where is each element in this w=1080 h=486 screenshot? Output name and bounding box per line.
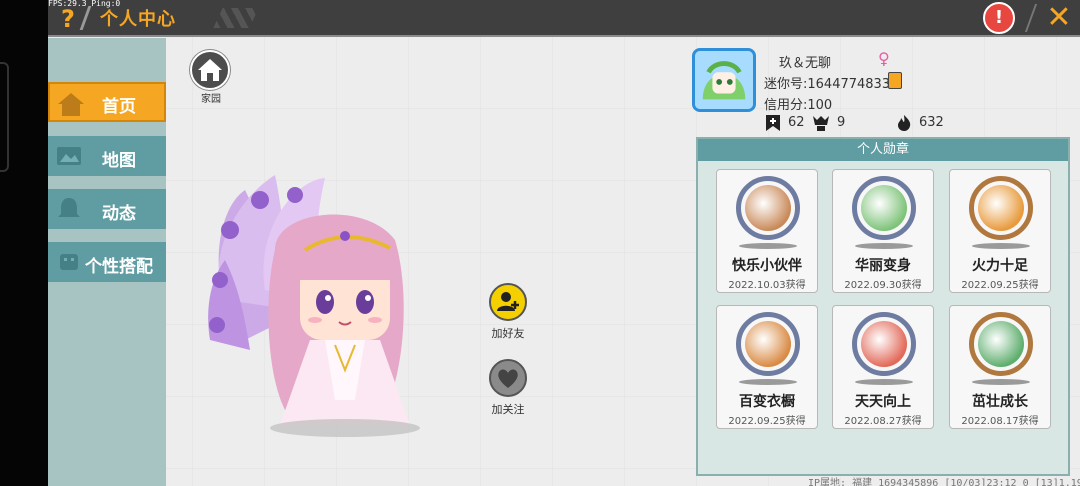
badge-medal-icon	[969, 312, 1033, 376]
flame-icon	[898, 115, 911, 131]
badge-date: 2022.09.25获得	[728, 416, 806, 427]
badge-card[interactable]: 火力十足 2022.09.25获得	[949, 169, 1051, 293]
bookmark-plus-icon	[766, 115, 780, 131]
sidebar-item-map[interactable]: 地图	[48, 136, 166, 176]
player-id: 迷你号:1644774833	[764, 77, 891, 92]
badge-date: 2022.09.25获得	[961, 280, 1039, 291]
badge-emblem	[978, 321, 1024, 367]
sidebar-item-label: 首页	[102, 97, 136, 117]
profile-avatar[interactable]	[692, 48, 756, 112]
player-avatar-character	[208, 175, 420, 437]
badge-date: 2022.08.17获得	[961, 416, 1039, 427]
badge-medal-icon	[852, 312, 916, 376]
badge-name: 华丽变身	[855, 258, 911, 274]
badge-card[interactable]: 百变衣橱 2022.09.25获得	[716, 305, 818, 429]
badge-date: 2022.08.27获得	[844, 416, 922, 427]
sidebar: 首页 地图 动态 个性搭配	[48, 38, 166, 486]
badge-pedestal	[739, 243, 797, 249]
stat-value: 62	[788, 115, 805, 130]
badge-pedestal	[739, 379, 797, 385]
credit-score: 信用分:100	[764, 98, 833, 113]
badge-emblem	[745, 321, 791, 367]
badge-name: 天天向上	[855, 394, 911, 410]
top-bar	[48, 0, 1080, 37]
badge-emblem	[861, 185, 907, 231]
badge-pedestal	[855, 379, 913, 385]
badge-name: 百变衣橱	[739, 394, 795, 410]
badge-medal-icon	[852, 176, 916, 240]
sidebar-item-home[interactable]: 首页	[48, 82, 166, 122]
badge-card[interactable]: 快乐小伙伴 2022.10.03获得	[716, 169, 818, 293]
badge-card[interactable]: 华丽变身 2022.09.30获得	[832, 169, 934, 293]
follow-label: 加关注	[491, 403, 525, 416]
badge-name: 茁壮成长	[972, 394, 1028, 410]
badge-medal-icon	[969, 176, 1033, 240]
close-button[interactable]: ✕	[1042, 2, 1076, 34]
device-notch	[0, 62, 9, 172]
home-button[interactable]	[190, 50, 230, 90]
app-root: FPS:29.3 Ping:0 ? 个人中心 ! ✕ 首页 地图 动态 个性搭配…	[0, 0, 1080, 486]
stat-value: 632	[919, 115, 944, 130]
add-friend-label: 加好友	[491, 327, 525, 340]
badge-name: 火力十足	[972, 258, 1028, 274]
badge-emblem	[978, 185, 1024, 231]
trophy-person-icon	[813, 116, 829, 131]
badge-date: 2022.10.03获得	[728, 280, 806, 291]
badge-card[interactable]: 天天向上 2022.08.27获得	[832, 305, 934, 429]
footer-status: IP属地: 福建 1694345896 [10/03]23:12 0 [13]1…	[808, 478, 1080, 486]
badge-pedestal	[972, 379, 1030, 385]
copy-id-icon[interactable]	[888, 72, 902, 89]
player-name: 玖＆无聊	[779, 56, 832, 71]
avatar-image	[695, 51, 753, 109]
sidebar-item-label: 动态	[102, 204, 136, 224]
badge-pedestal	[855, 243, 913, 249]
badge-medal-icon	[736, 312, 800, 376]
badge-panel-title: 个人勋章	[698, 139, 1068, 161]
sidebar-item-label: 地图	[102, 151, 136, 171]
badge-card[interactable]: 茁壮成长 2022.08.17获得	[949, 305, 1051, 429]
follow-button[interactable]	[489, 359, 527, 397]
page-title: 个人中心	[100, 9, 176, 30]
gender-female-icon: ♀	[878, 49, 890, 68]
badge-date: 2022.09.30获得	[844, 280, 922, 291]
house-icon	[198, 59, 222, 81]
badge-medal-icon	[736, 176, 800, 240]
home-label: 家园	[201, 94, 221, 105]
sidebar-item-outfit[interactable]: 个性搭配	[48, 242, 166, 282]
sidebar-item-label: 个性搭配	[85, 257, 153, 277]
sidebar-item-activity[interactable]: 动态	[48, 189, 166, 229]
badge-name: 快乐小伙伴	[732, 258, 802, 274]
screen-edge	[0, 0, 48, 486]
add-friend-button[interactable]	[489, 283, 527, 321]
badge-emblem	[861, 321, 907, 367]
badge-emblem	[745, 185, 791, 231]
stat-value: 9	[837, 115, 846, 130]
report-button[interactable]: !	[983, 2, 1015, 34]
badge-pedestal	[972, 243, 1030, 249]
add-friend-icon	[497, 292, 519, 311]
heart-icon	[498, 369, 518, 388]
help-button[interactable]: ?	[55, 5, 81, 33]
